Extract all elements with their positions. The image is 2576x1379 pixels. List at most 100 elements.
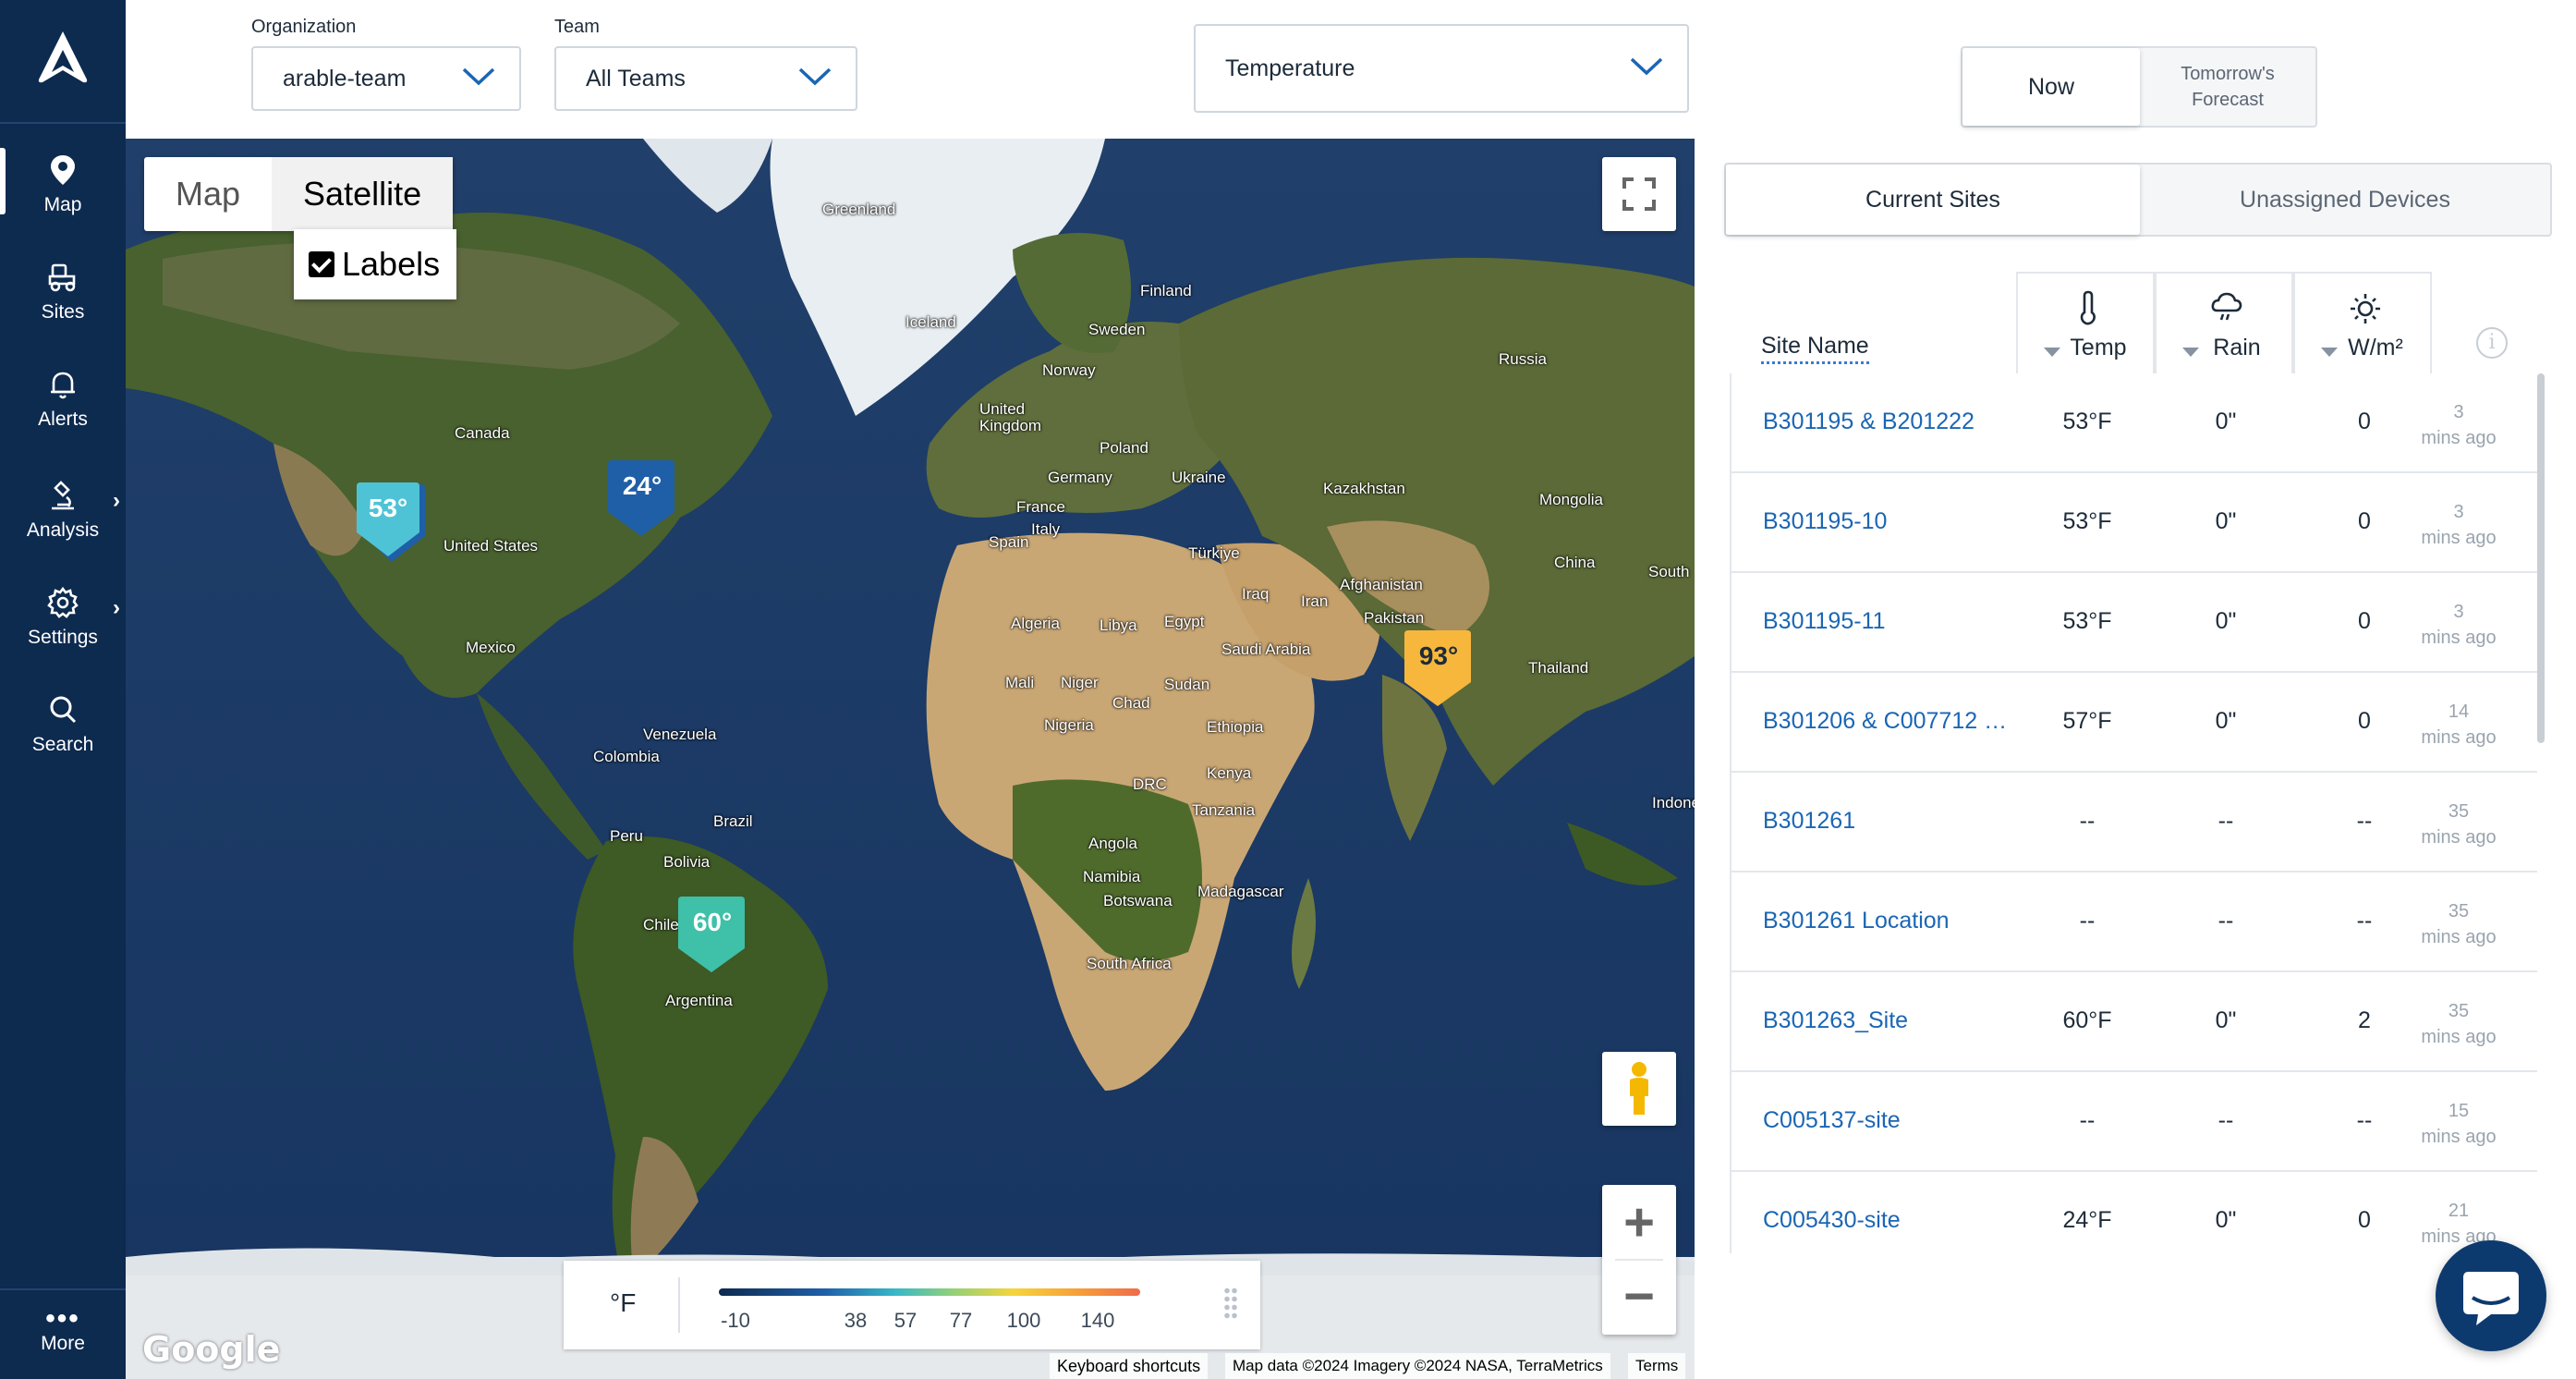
map-place-label: Mexico bbox=[466, 639, 516, 656]
site-name-link[interactable]: B301263_Site bbox=[1763, 1007, 1908, 1034]
legend-tick: 77 bbox=[949, 1309, 973, 1332]
table-row[interactable]: B301261 Location -- -- -- 35 mins ago bbox=[1732, 873, 2537, 972]
nav-item-sites[interactable]: Sites bbox=[0, 242, 126, 331]
legend-unit: °F bbox=[610, 1288, 637, 1317]
sites-table-header: Site Name Temp Rain W/m² i bbox=[1730, 272, 2552, 373]
map-place-label: Türkiye bbox=[1188, 544, 1240, 562]
site-pin[interactable]: 93° bbox=[1404, 630, 1473, 712]
map-view[interactable]: Greenland Iceland Finland Sweden Norway Russi… bbox=[126, 139, 1695, 1379]
updated-ago-number: 35 bbox=[2448, 901, 2470, 921]
solar-value: 0 bbox=[2358, 409, 2371, 434]
metric-select[interactable]: Temperature bbox=[1194, 24, 1689, 113]
terms-link[interactable]: Terms bbox=[1628, 1353, 1686, 1379]
nav-item-label: Analysis bbox=[26, 519, 100, 541]
map-place-label: Norway bbox=[1042, 361, 1096, 379]
temp-value: 60°F bbox=[2062, 1007, 2112, 1033]
table-row[interactable]: C005430-site 24°F 0" 0 21 mins ago bbox=[1732, 1172, 2537, 1253]
tractor-icon bbox=[48, 263, 76, 292]
nav-item-more[interactable]: ••• More bbox=[0, 1305, 126, 1370]
more-dots-icon: ••• bbox=[45, 1303, 80, 1334]
legend-tick: 140 bbox=[1080, 1309, 1115, 1332]
temp-value: 53°F bbox=[2062, 409, 2112, 434]
site-name-link[interactable]: B301195-10 bbox=[1763, 508, 1887, 535]
nav-item-label: Alerts bbox=[38, 409, 88, 430]
labels-toggle[interactable]: Labels bbox=[294, 229, 456, 299]
labels-checkbox[interactable] bbox=[309, 251, 334, 277]
table-row[interactable]: C005137-site -- -- -- 15 mins ago bbox=[1732, 1072, 2537, 1172]
site-pin[interactable]: 53° bbox=[357, 482, 425, 564]
table-scrollbar[interactable] bbox=[2537, 373, 2545, 743]
site-name-link[interactable]: B301261 Location bbox=[1763, 908, 1950, 934]
site-pin[interactable]: 24° bbox=[608, 460, 676, 542]
street-view-button[interactable] bbox=[1602, 1052, 1676, 1126]
zoom-in-button[interactable]: + bbox=[1602, 1185, 1676, 1259]
map-place-label: Namibia bbox=[1083, 868, 1141, 885]
temp-column-header[interactable]: Temp bbox=[2016, 272, 2155, 373]
legend-tick: 38 bbox=[844, 1309, 868, 1332]
nav-item-search[interactable]: Search bbox=[0, 675, 126, 763]
map-place-label: Pakistan bbox=[1364, 609, 1425, 627]
table-row[interactable]: B301261 -- -- -- 35 mins ago bbox=[1732, 773, 2537, 873]
tab-current-sites[interactable]: Current Sites bbox=[1726, 165, 2140, 235]
map-place-label: Niger bbox=[1061, 674, 1099, 691]
table-row[interactable]: B301206 & C007712 & ... 57°F 0" 0 14 mins ago bbox=[1732, 673, 2537, 773]
map-type-map-button[interactable]: Map bbox=[144, 157, 272, 231]
site-pin[interactable]: 60° bbox=[678, 897, 747, 978]
tomorrow-forecast-button[interactable]: Tomorrow's Forecast bbox=[2140, 48, 2315, 126]
map-place-label: Afghanistan bbox=[1340, 576, 1423, 593]
now-button[interactable]: Now bbox=[1962, 48, 2140, 126]
nav-item-alerts[interactable]: Alerts bbox=[0, 349, 126, 438]
site-name-column-header[interactable]: Site Name bbox=[1761, 333, 1869, 364]
site-name-link[interactable]: C005430-site bbox=[1763, 1207, 1901, 1234]
team-select[interactable]: All Teams bbox=[554, 46, 857, 111]
table-row[interactable]: B301263_Site 60°F 0" 2 35 mins ago bbox=[1732, 972, 2537, 1072]
map-place-label: Venezuela bbox=[643, 726, 717, 743]
site-name-link[interactable]: B301206 & C007712 & ... bbox=[1763, 708, 2011, 735]
map-attribution: Map data ©2024 Imagery ©2024 NASA, Terra… bbox=[1225, 1353, 1610, 1379]
info-icon[interactable]: i bbox=[2476, 327, 2508, 359]
solar-column-header[interactable]: W/m² bbox=[2293, 272, 2432, 373]
fullscreen-button[interactable] bbox=[1602, 157, 1676, 231]
arable-logo-icon[interactable] bbox=[33, 28, 92, 87]
nav-item-settings[interactable]: Settings › bbox=[0, 567, 126, 656]
map-place-label: Tanzania bbox=[1192, 801, 1256, 819]
organization-label: Organization bbox=[251, 17, 357, 37]
updated-ago-unit: mins ago bbox=[2421, 727, 2497, 748]
zoom-divider bbox=[1615, 1259, 1663, 1261]
solar-value: 0 bbox=[2358, 508, 2371, 534]
organization-select[interactable]: arable-team bbox=[251, 46, 521, 111]
nav-divider bbox=[0, 1288, 126, 1290]
chat-button[interactable] bbox=[2436, 1240, 2546, 1351]
map-place-label: Botswana bbox=[1103, 892, 1173, 909]
site-name-link[interactable]: B301261 bbox=[1763, 808, 1855, 835]
updated-ago: 35 mins ago bbox=[2417, 898, 2500, 950]
site-tabs: Current Sites Unassigned Devices bbox=[1724, 163, 2552, 237]
updated-ago: 35 mins ago bbox=[2417, 799, 2500, 850]
keyboard-shortcuts-link[interactable]: Keyboard shortcuts bbox=[1050, 1353, 1209, 1379]
rain-column-header[interactable]: Rain bbox=[2155, 272, 2293, 373]
pin-value: 53° bbox=[368, 494, 408, 522]
table-row[interactable]: B301195-11 53°F 0" 0 3 mins ago bbox=[1732, 573, 2537, 673]
nav-item-map[interactable]: Map bbox=[0, 135, 126, 224]
nav-item-analysis[interactable]: Analysis › bbox=[0, 460, 126, 549]
site-name-link[interactable]: B301195-11 bbox=[1763, 608, 1886, 635]
updated-ago-unit: mins ago bbox=[2421, 428, 2497, 448]
temperature-legend: °F -10 38 57 77 100 140 bbox=[564, 1261, 1260, 1349]
rain-value: 0" bbox=[2215, 1207, 2237, 1233]
zoom-control: + − bbox=[1602, 1185, 1676, 1335]
drag-handle-icon[interactable] bbox=[1223, 1287, 1238, 1320]
pin-value: 93° bbox=[1418, 641, 1459, 670]
site-name-link[interactable]: B301195 & B201222 bbox=[1763, 409, 1975, 435]
zoom-out-button[interactable]: − bbox=[1602, 1259, 1676, 1333]
map-place-label: France bbox=[1016, 498, 1065, 516]
table-row[interactable]: B301195 & B201222 53°F 0" 0 3 mins ago bbox=[1732, 373, 2537, 473]
table-row[interactable]: B301195-10 53°F 0" 0 3 mins ago bbox=[1732, 473, 2537, 573]
map-place-label: Italy bbox=[1031, 520, 1061, 538]
solar-value: 0 bbox=[2358, 708, 2371, 734]
map-place-label: Iraq bbox=[1242, 585, 1270, 603]
nav-item-label: Sites bbox=[41, 301, 85, 323]
tab-unassigned-devices[interactable]: Unassigned Devices bbox=[2140, 165, 2550, 235]
updated-ago-number: 14 bbox=[2448, 702, 2470, 722]
map-type-satellite-button[interactable]: Satellite bbox=[272, 157, 454, 231]
site-name-link[interactable]: C005137-site bbox=[1763, 1107, 1901, 1134]
